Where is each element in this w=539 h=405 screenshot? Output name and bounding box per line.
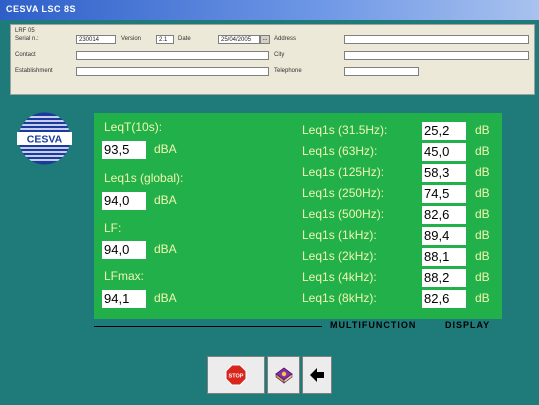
band-unit: dB <box>475 291 490 305</box>
serial-field[interactable]: 230014 <box>76 35 116 44</box>
leq1s-global-unit: dBA <box>154 193 177 207</box>
band-label: Leq1s (1kHz): <box>302 228 377 242</box>
cesva-logo: CESVA <box>17 112 72 165</box>
lfmax-label: LFmax: <box>104 269 145 283</box>
date-picker-button[interactable]: ... <box>260 35 270 44</box>
address-label: Address <box>274 36 297 42</box>
contact-field[interactable] <box>76 51 269 60</box>
establishment-field[interactable] <box>76 67 269 76</box>
establishment-label: Establishment <box>15 68 53 74</box>
window-title: CESVA LSC 8S <box>6 4 77 14</box>
leq1s-global-value: 94,0 <box>102 192 146 210</box>
arrow-left-icon <box>310 368 324 382</box>
band-unit: dB <box>475 186 490 200</box>
lf-label: LF: <box>104 221 122 235</box>
lf-unit: dBA <box>154 242 177 256</box>
leq1s-global-label: Leq1s (global): <box>104 171 184 185</box>
book-button[interactable] <box>267 356 300 394</box>
band-label: Leq1s (8kHz): <box>302 291 377 305</box>
band-value: 74,5 <box>422 185 466 203</box>
contact-label: Contact <box>15 52 36 58</box>
title-bar[interactable]: CESVA LSC 8S <box>0 0 539 20</box>
band-label: Leq1s (31.5Hz): <box>302 123 388 137</box>
band-unit: dB <box>475 270 490 284</box>
band-label: Leq1s (4kHz): <box>302 270 377 284</box>
band-unit: dB <box>475 144 490 158</box>
measurement-display: LeqT(10s): 93,5 dBA Leq1s (global): 94,0… <box>94 113 502 319</box>
lfmax-unit: dBA <box>154 291 177 305</box>
lfmax-value: 94,1 <box>102 290 146 308</box>
logo-text: CESVA <box>27 134 63 146</box>
back-button[interactable] <box>302 356 332 394</box>
band-unit: dB <box>475 165 490 179</box>
stop-button[interactable]: STOP <box>207 356 265 394</box>
divider-line <box>94 326 322 327</box>
leqt-unit: dBA <box>154 142 177 156</box>
band-value: 88,2 <box>422 269 466 287</box>
band-value: 88,1 <box>422 248 466 266</box>
city-field[interactable] <box>344 51 529 60</box>
city-label: City <box>274 52 285 58</box>
book-icon <box>274 367 293 384</box>
stop-label: STOP <box>229 374 244 380</box>
band-value: 25,2 <box>422 122 466 140</box>
band-label: Leq1s (63Hz): <box>302 144 378 158</box>
telephone-label: Telephone <box>274 68 302 74</box>
date-label: Date <box>178 36 191 42</box>
display-mode-word1: MULTIFUNCTION <box>330 320 417 330</box>
info-section-label: LRF 05 <box>15 28 35 34</box>
band-value: 45,0 <box>422 143 466 161</box>
serial-label: Serial n.: <box>15 36 39 42</box>
telephone-field[interactable] <box>344 67 419 76</box>
band-value: 82,6 <box>422 290 466 308</box>
leqt-label: LeqT(10s): <box>104 120 163 134</box>
version-field[interactable]: 2.1 <box>156 35 174 44</box>
band-value: 89,4 <box>422 227 466 245</box>
band-unit: dB <box>475 228 490 242</box>
app-window: CESVA LSC 8S LRF 05 Serial n.: 230014 Ve… <box>0 0 539 405</box>
info-panel: LRF 05 Serial n.: 230014 Version 2.1 Dat… <box>10 24 535 95</box>
band-label: Leq1s (2kHz): <box>302 249 377 263</box>
band-label: Leq1s (250Hz): <box>302 186 385 200</box>
band-label: Leq1s (125Hz): <box>302 165 385 179</box>
band-unit: dB <box>475 123 490 137</box>
version-label: Version <box>121 36 142 42</box>
band-unit: dB <box>475 249 490 263</box>
address-field[interactable] <box>344 35 529 44</box>
band-value: 82,6 <box>422 206 466 224</box>
band-value: 58,3 <box>422 164 466 182</box>
stop-sign-icon: STOP <box>225 364 247 386</box>
display-mode-word2: DISPLAY <box>445 320 491 330</box>
lf-value: 94,0 <box>102 241 146 259</box>
band-label: Leq1s (500Hz): <box>302 207 385 221</box>
date-field[interactable]: 25/04/2005 <box>218 35 260 44</box>
leqt-value: 93,5 <box>102 141 146 159</box>
band-unit: dB <box>475 207 490 221</box>
